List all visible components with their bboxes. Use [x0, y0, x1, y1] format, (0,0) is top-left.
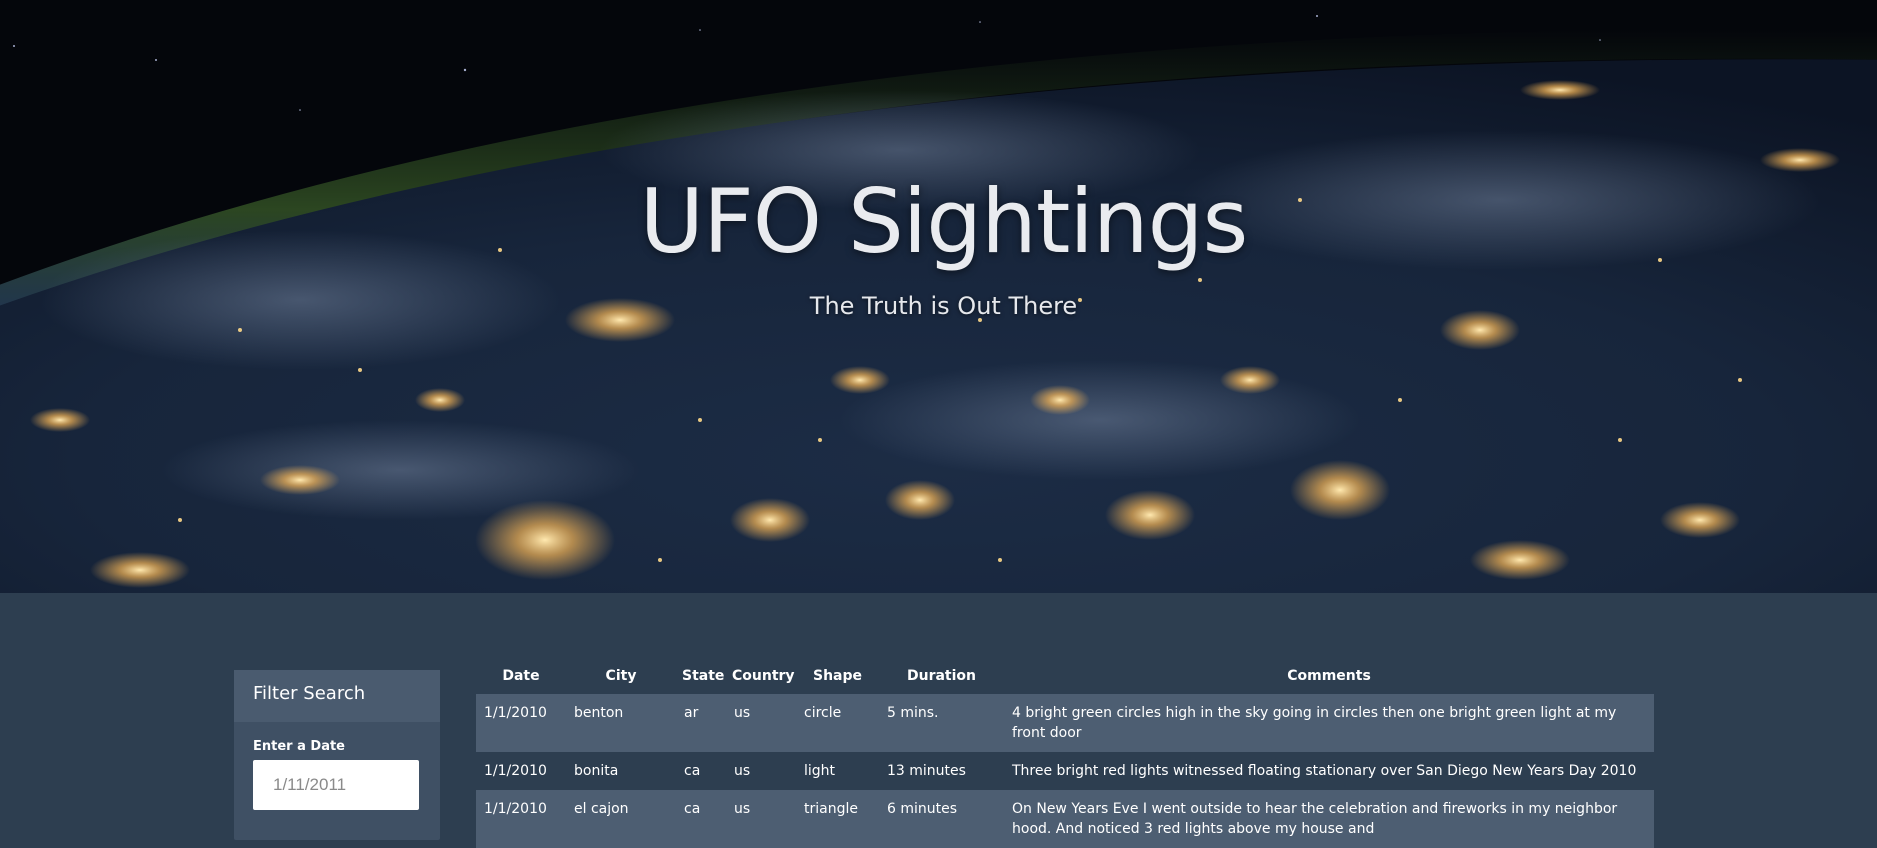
cell-state: ca	[684, 801, 701, 817]
cell-shape: circle	[804, 705, 842, 721]
cell-comments: On New Years Eve I went outside to hear …	[1012, 801, 1618, 837]
cell-country: us	[734, 705, 751, 721]
cell-comments: Three bright red lights witnessed floati…	[1012, 763, 1637, 779]
page-title: UFO Sightings	[639, 170, 1249, 273]
cell-date: 1/1/2010	[484, 705, 547, 721]
column-header-duration: Duration	[906, 668, 976, 684]
table-row: 1/1/2010 benton ar us circle 5 mins. 4 b…	[476, 694, 1654, 752]
column-header-shape: Shape	[812, 668, 862, 684]
cell-duration: 13 minutes	[887, 763, 966, 779]
date-filter-input[interactable]	[253, 760, 419, 810]
cell-state: ca	[684, 763, 701, 779]
cell-country: us	[734, 763, 751, 779]
column-header-state: State	[682, 668, 725, 684]
cell-city: benton	[574, 705, 624, 721]
date-filter-label: Enter a Date	[253, 739, 345, 754]
sightings-table-container: Date City State Country Shape Duration C…	[476, 658, 1654, 848]
page-subtitle: The Truth is Out There	[809, 292, 1078, 320]
column-header-comments: Comments	[1287, 668, 1371, 684]
table-row: 1/1/2010 bonita ca us light 13 minutes T…	[476, 752, 1654, 790]
cell-city: bonita	[574, 763, 619, 779]
cell-shape: triangle	[804, 801, 858, 817]
cell-date: 1/1/2010	[484, 763, 547, 779]
cell-city: el cajon	[574, 801, 629, 817]
cell-date: 1/1/2010	[484, 801, 547, 817]
filter-panel: Filter Search Enter a Date	[234, 670, 440, 840]
column-header-city: City	[605, 668, 637, 684]
cell-duration: 6 minutes	[887, 801, 958, 817]
cell-comments: 4 bright green circles high in the sky g…	[1012, 705, 1617, 741]
filter-panel-heading: Filter Search	[234, 670, 440, 722]
table-header-row: Date City State Country Shape Duration C…	[476, 658, 1654, 694]
hero-banner: UFO Sightings The Truth is Out There	[0, 0, 1877, 593]
table-row: 1/1/2010 el cajon ca us triangle 6 minut…	[476, 790, 1654, 848]
table-header: Date City State Country Shape Duration C…	[476, 658, 1654, 694]
cell-duration: 5 mins.	[887, 705, 939, 721]
cell-country: us	[734, 801, 751, 817]
table-body: 1/1/2010 benton ar us circle 5 mins. 4 b…	[476, 694, 1654, 848]
cell-state: ar	[684, 705, 699, 721]
cell-shape: light	[804, 763, 836, 779]
column-header-date: Date	[502, 668, 540, 684]
column-header-country: Country	[732, 668, 795, 684]
sightings-table: Date City State Country Shape Duration C…	[476, 658, 1654, 848]
filter-panel-body: Enter a Date	[234, 722, 440, 827]
